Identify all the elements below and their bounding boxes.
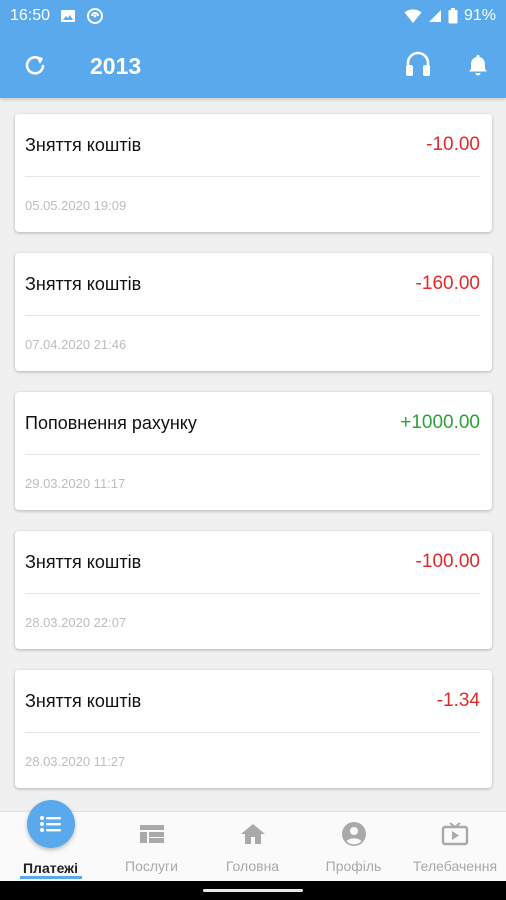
nav-item-profile[interactable]: Профіль [303,812,404,882]
nav-label-profile: Профіль [325,858,382,874]
headset-icon[interactable] [402,49,434,81]
signal-icon [428,9,442,23]
home-icon [240,820,266,848]
bell-icon[interactable] [463,50,493,80]
divider [25,593,480,594]
wifi-icon [404,8,422,24]
active-tab-indicator [20,876,82,879]
account-icon [341,820,367,848]
nav-item-services[interactable]: Послуги [101,812,202,882]
nav-label-payments: Платежі [22,860,78,876]
transaction-name: Зняття коштів [25,274,142,294]
transaction-card[interactable]: Зняття коштів -10.00 05.05.2020 19:09 [15,114,492,232]
system-nav-bar [0,881,506,900]
transaction-date: 28.03.2020 11:27 [25,754,126,769]
home-gesture-handle[interactable] [203,889,303,892]
transaction-amount: -160.00 [415,273,480,294]
divider [25,315,480,316]
transaction-card[interactable]: Зняття коштів -100.00 28.03.2020 22:07 [15,531,492,649]
transaction-date: 07.04.2020 21:46 [25,337,127,352]
bottom-navigation: Платежі Послуги Головна Профіль Телебаче… [0,811,506,881]
page-title: 2013 [90,53,142,79]
image-icon [60,8,76,24]
transaction-card[interactable]: Зняття коштів -160.00 07.04.2020 21:46 [15,253,492,371]
transaction-name: Поповнення рахунку [25,413,197,433]
transaction-date: 05.05.2020 19:09 [25,198,127,213]
transaction-card[interactable]: Зняття коштів -1.34 28.03.2020 11:27 [15,670,492,788]
transaction-card[interactable]: Поповнення рахунку +1000.00 29.03.2020 1… [15,392,492,510]
app-bar: 2013 [0,32,506,98]
transaction-name: Зняття коштів [25,691,142,711]
nav-label-services: Послуги [125,858,178,874]
transaction-name: Зняття коштів [25,552,142,572]
refresh-icon[interactable] [20,51,50,81]
battery-percent: 91% [463,7,496,24]
transaction-name: Зняття коштів [25,135,142,155]
battery-icon [448,8,458,24]
transaction-amount: -100.00 [415,551,480,572]
divider [25,176,480,177]
nav-label-tv: Телебачення [412,858,498,874]
transaction-list[interactable]: Зняття коштів -10.00 05.05.2020 19:09 Зн… [0,98,506,811]
list-icon[interactable] [27,800,75,848]
divider [25,454,480,455]
transaction-amount: +1000.00 [400,412,480,433]
transaction-amount: -1.34 [436,690,480,711]
nav-item-tv[interactable]: Телебачення [404,812,506,882]
transaction-date: 28.03.2020 22:07 [25,615,127,630]
nav-label-home: Головна [225,858,280,874]
status-bar: 16:50 91% [0,0,506,32]
nav-item-home[interactable]: Головна [202,812,303,882]
tv-icon [441,820,469,848]
services-icon [139,820,165,848]
divider [25,732,480,733]
transaction-date: 29.03.2020 11:17 [25,476,126,491]
sync-status-icon [86,7,104,25]
status-time: 16:50 [10,7,51,24]
transaction-amount: -10.00 [426,134,480,155]
